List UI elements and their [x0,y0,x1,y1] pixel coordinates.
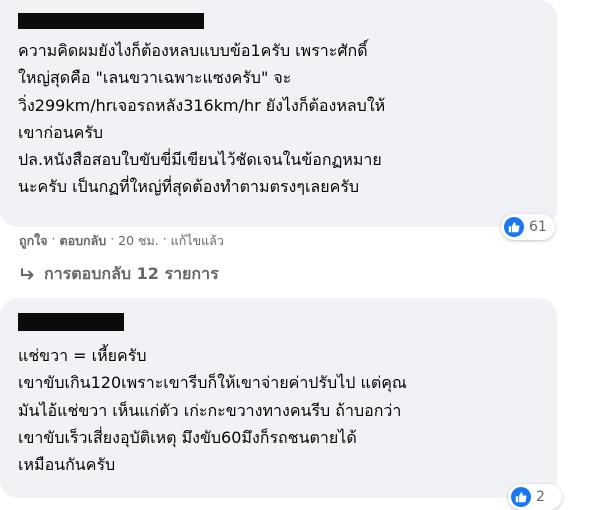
separator-dot: · [106,231,119,246]
reply-link[interactable]: ตอบกลับ [60,231,107,251]
comment-line: ปล.หนังสือสอบใบขับขี่มีเขียนไว้ชัดเจนในข… [18,150,382,170]
comment-line: นะครับ เป็นกฏที่ใหญ่ที่สุดต้องทำตามตรงๆเ… [18,177,360,197]
thumbs-up-icon [508,222,520,233]
edited-label: แก้ไขแล้ว [170,233,224,248]
comment-bubble-1: ความคิดผมยังไงก็ต้องหลบแบบข้อ1ครับ เพราะ… [0,0,557,227]
comment-line: ความคิดผมยังไงก็ต้องหลบแบบข้อ1ครับ เพราะ… [18,41,368,60]
separator-dot: · [47,231,60,246]
reaction-summary-2[interactable]: 2 [508,484,562,510]
comment-actions-1: ถูกใจ · ตอบกลับ · 20 ชม. · แก้ไขแล้ว [19,231,224,251]
reaction-count: 61 [529,219,547,235]
like-link[interactable]: ถูกใจ [19,231,48,251]
comment-line: เหมือนกันครับ [18,455,116,475]
like-reaction-icon [504,217,524,237]
comment-line: ใหญ่สุดคือ "เลนขวาเฉพาะแซงครับ" จะ [18,68,292,88]
redacted-author-name [18,13,204,29]
comment-line: เขาก่อนครับ [18,122,104,142]
replies-label: การตอบกลับ 12 รายการ [44,264,219,283]
view-replies-link[interactable]: การตอบกลับ 12 รายการ [20,262,219,287]
comment-text-2: แช่ขวา = เหี้ยครับ เขาขับเกิน120เพราะเขา… [18,342,407,478]
like-reaction-icon [511,487,531,507]
comment-line: เขาขับเร็วเสี่ยงอุบัติเหตุ มึงขับ60มึงก็… [18,427,357,447]
comment-line: มันไอ้แช่ขวา เห็นแก่ตัว เก่ะกะขวางทางคนร… [18,400,402,420]
redacted-author-name [18,313,124,331]
comment-line: วิ่ง299km/hrเจอรถหลัง316km/hr ยังไงก็ต้อ… [18,95,386,115]
reaction-summary-1[interactable]: 61 [501,214,555,240]
comment-line: แช่ขวา = เหี้ยครับ [18,346,147,365]
reply-arrow-icon [21,267,34,279]
comment-line: เขาขับเกิน120เพราะเขารีบก็ให้เขาจ่ายค่าป… [18,373,407,393]
separator-dot: · [158,231,171,246]
reaction-count: 2 [536,489,545,505]
timestamp[interactable]: 20 ชม. [118,231,159,251]
comment-text-1: ความคิดผมยังไงก็ต้องหลบแบบข้อ1ครับ เพราะ… [18,37,385,201]
